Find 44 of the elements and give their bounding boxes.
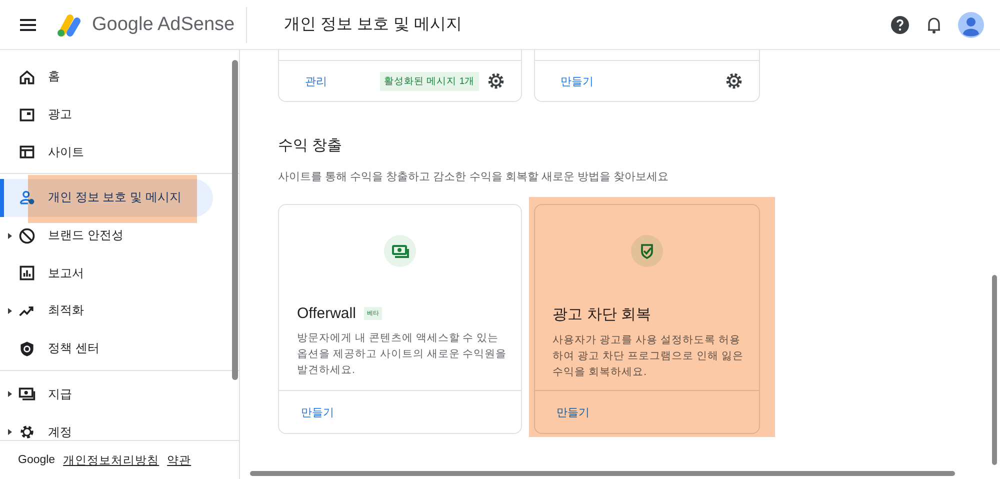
nav-item[interactable]: 사이트: [0, 133, 213, 172]
nav-item[interactable]: 홈: [0, 58, 213, 96]
money-icon: [384, 235, 416, 267]
payment-icon: [18, 385, 36, 404]
section-subtitle: 사이트를 통해 수익을 창출하고 감소한 수익을 회복할 새로운 방법을 찾아보세요: [278, 170, 670, 184]
home-icon: [18, 68, 36, 86]
scrollbar-thumb[interactable]: [992, 275, 997, 465]
avatar-icon[interactable]: [958, 12, 984, 38]
footer-link[interactable]: 약관: [167, 452, 192, 468]
expand-caret-icon[interactable]: [8, 308, 12, 314]
product-name: Google AdSense: [92, 14, 235, 36]
card-title: 광고 차단 회복: [552, 305, 652, 324]
card-description: 방문자에게 내 콘텐츠에 액세스할 수 있는 옵션을 제공하고 사이트의 새로운 수익원을 발견하세요.: [297, 331, 508, 378]
footer-brand: Google: [18, 454, 56, 466]
section-title: 수익 창출: [278, 136, 344, 155]
settings-icon: [18, 423, 36, 440]
scrollbar-thumb[interactable]: [250, 471, 955, 476]
create-link[interactable]: 만들기: [299, 400, 336, 424]
footer-link[interactable]: 개인정보처리방침: [63, 452, 160, 468]
card-title: Offerwall: [297, 305, 356, 322]
ads-icon: [18, 106, 36, 124]
nav-item[interactable]: 브랜드 안전성: [0, 216, 213, 254]
report-icon: [18, 264, 36, 282]
status-badge: 활성화된 메시지 1개: [380, 72, 479, 90]
settings-icon[interactable]: [725, 72, 743, 90]
sites-icon: [18, 143, 36, 162]
expand-caret-icon[interactable]: [8, 391, 12, 398]
page-title: 개인 정보 보호 및 메시지: [284, 15, 463, 35]
expand-caret-icon[interactable]: [8, 429, 12, 436]
scrollbar-thumb[interactable]: [232, 60, 238, 380]
nav-item[interactable]: 지급: [0, 376, 213, 414]
expand-caret-icon[interactable]: [8, 232, 12, 239]
block-icon: [18, 226, 36, 245]
card-description: 사용자가 광고를 사용 설정하도록 허용하여 광고 차단 프로그램으로 인해 잃은 수익을 회복하세요.: [552, 333, 744, 380]
help-icon[interactable]: [890, 14, 910, 34]
nav-item[interactable]: 정책 센터: [0, 330, 213, 368]
action-link[interactable]: 만들기: [558, 70, 717, 92]
nav-item[interactable]: 보고서: [0, 254, 213, 292]
nav-item[interactable]: 광고: [0, 96, 213, 134]
action-link[interactable]: 관리: [303, 70, 372, 92]
nav-item[interactable]: 최적화: [0, 292, 213, 330]
policy-icon: [18, 340, 36, 358]
nav-item[interactable]: 계정: [0, 413, 213, 440]
settings-icon[interactable]: [486, 72, 505, 90]
